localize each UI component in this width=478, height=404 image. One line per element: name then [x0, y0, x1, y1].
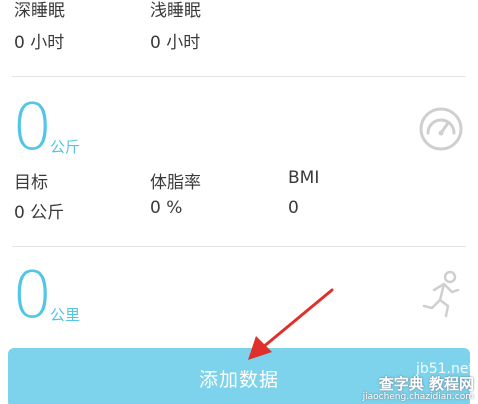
annotation-arrow [248, 288, 334, 360]
distance-unit: 公里 [50, 306, 81, 324]
scale-gauge-icon[interactable] [418, 106, 464, 152]
deep-sleep-value: 0 小时 [14, 33, 65, 53]
target-value: 0 公斤 [14, 203, 65, 223]
section-divider [12, 76, 466, 77]
health-data-screen: 深睡眠 0 小时 浅睡眠 0 小时 0 公斤 目标 0 公斤 体脂率 0 % B… [0, 0, 478, 404]
watermark-site: jb51.net [415, 361, 474, 378]
target-label: 目标 [14, 173, 48, 193]
light-sleep-label: 浅睡眠 [150, 1, 201, 21]
bmi-value: 0 [288, 198, 299, 218]
watermark: jb51.net 查字典 教程网 jiaocheng.chazidian.com [363, 362, 474, 402]
section-divider [12, 246, 466, 247]
deep-sleep-label: 深睡眠 [14, 1, 65, 21]
distance-value: 0 [12, 259, 53, 333]
bodyfat-value: 0 % [150, 198, 183, 218]
bmi-label: BMI [288, 168, 320, 188]
weight-unit: 公斤 [50, 138, 81, 156]
watermark-brand: 查字典 教程网 [378, 374, 474, 393]
watermark-url: jiaocheng.chazidian.com [362, 391, 474, 402]
add-data-button-label: 添加数据 [198, 368, 279, 391]
running-person-icon[interactable] [420, 270, 464, 320]
bodyfat-label: 体脂率 [150, 173, 201, 193]
light-sleep-value: 0 小时 [150, 33, 201, 53]
weight-value: 0 [12, 91, 53, 165]
